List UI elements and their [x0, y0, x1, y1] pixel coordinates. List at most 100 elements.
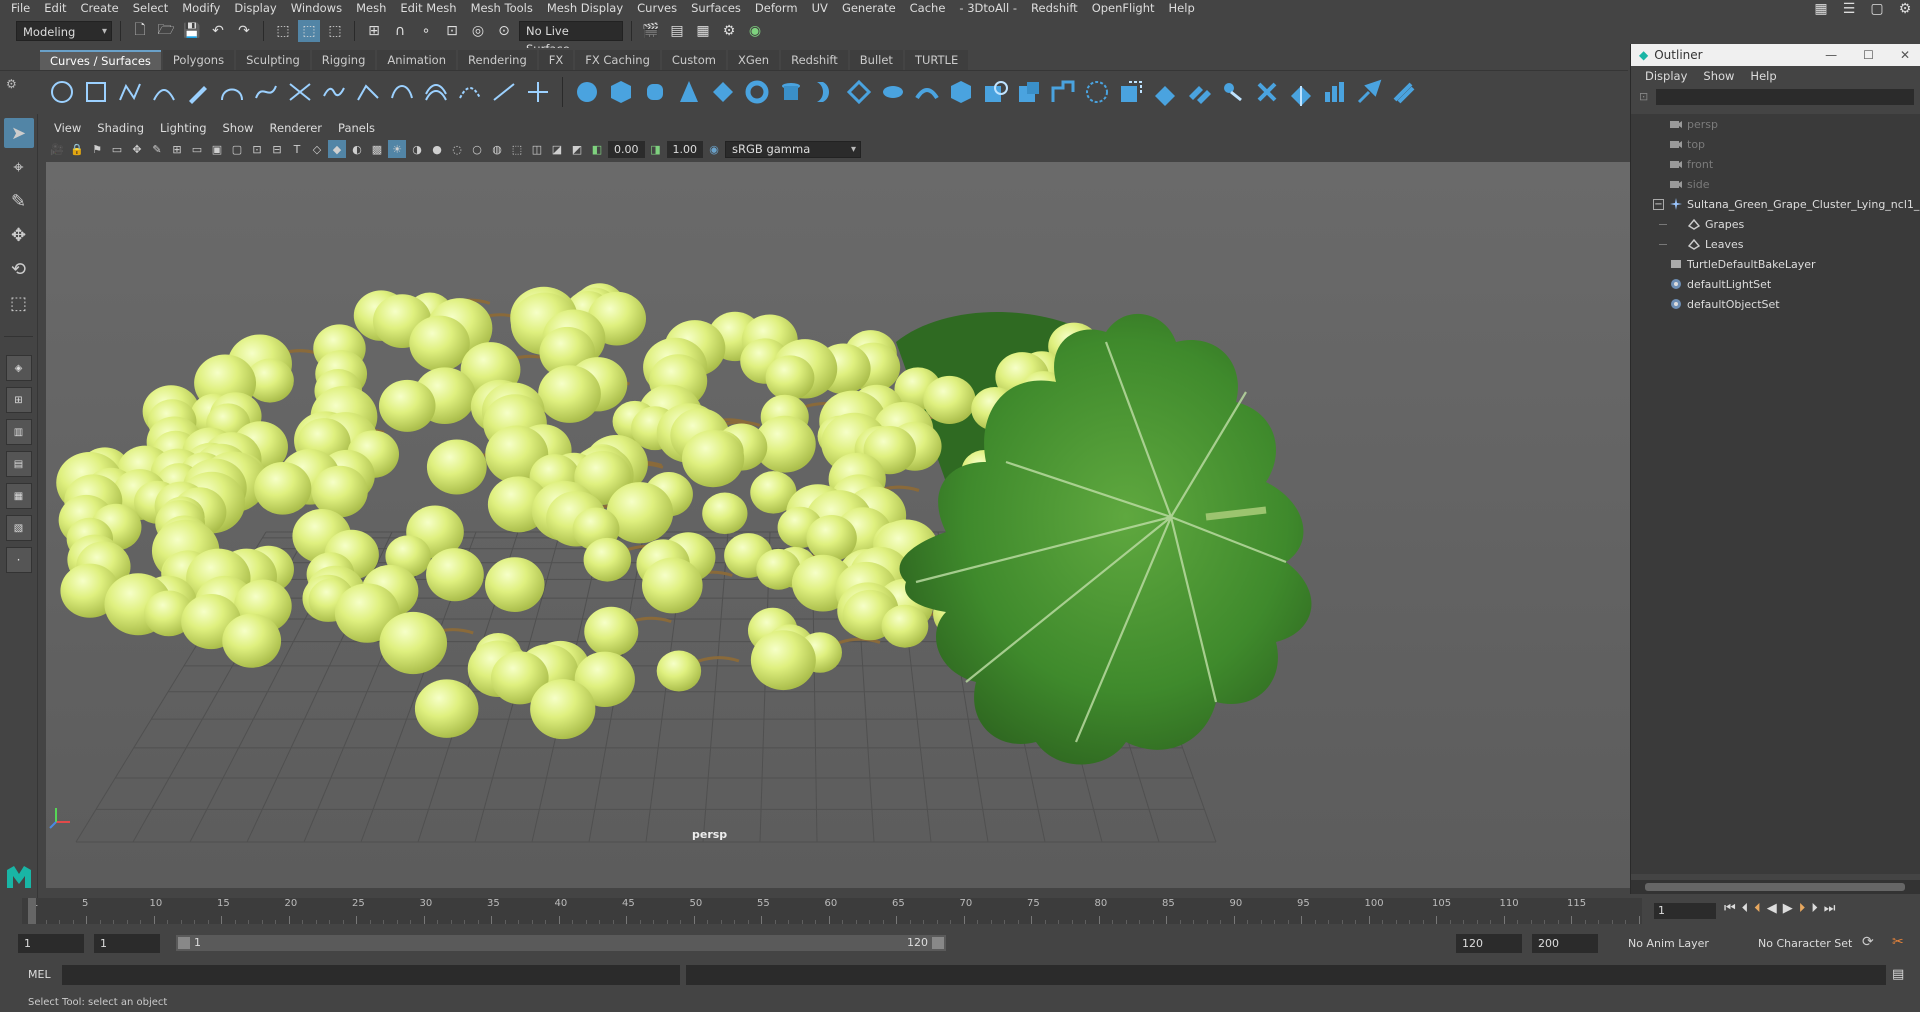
- lasso-tool-icon[interactable]: ⌖: [4, 152, 34, 182]
- rotate-tool-icon[interactable]: ⟲: [4, 254, 34, 284]
- circle-curve-icon[interactable]: [48, 78, 76, 106]
- shelf-tab-curves-surfaces[interactable]: Curves / Surfaces: [40, 50, 161, 70]
- persp-outliner-layout-icon[interactable]: ▥: [5, 419, 32, 445]
- pencil-curve-icon[interactable]: [184, 78, 212, 106]
- step-back-frame-icon[interactable]: ⏴: [1754, 901, 1761, 916]
- menu-edit-mesh[interactable]: Edit Mesh: [393, 0, 463, 17]
- menu-mesh-tools[interactable]: Mesh Tools: [464, 0, 540, 17]
- menu-windows[interactable]: Windows: [284, 0, 349, 17]
- select-component-icon[interactable]: ⬚: [324, 20, 346, 42]
- outliner-item[interactable]: defaultLightSet: [1631, 274, 1920, 294]
- shelf-tab-fx-caching[interactable]: FX Caching: [575, 50, 660, 70]
- outliner-item[interactable]: top: [1631, 134, 1920, 154]
- new-scene-icon[interactable]: 🗋: [129, 20, 151, 42]
- undo-icon[interactable]: ↶: [207, 20, 229, 42]
- bezier-curve-icon[interactable]: [252, 78, 280, 106]
- shelf-tab-custom[interactable]: Custom: [661, 50, 726, 70]
- play-forwards-icon[interactable]: ▶: [1783, 901, 1793, 916]
- menu-select[interactable]: Select: [126, 0, 175, 17]
- expand-toggle-icon[interactable]: −: [1653, 198, 1664, 210]
- snap-curve-icon[interactable]: ∩: [389, 20, 411, 42]
- persp-hypershade-layout-icon[interactable]: ▦: [5, 483, 32, 509]
- outliner-item[interactable]: front: [1631, 154, 1920, 174]
- outliner-item[interactable]: defaultObjectSet: [1631, 294, 1920, 314]
- menu-modify[interactable]: Modify: [175, 0, 227, 17]
- persp-graph-layout-icon[interactable]: ▤: [5, 451, 32, 477]
- select-hierarchy-icon[interactable]: ⬚: [272, 20, 294, 42]
- shelf-tab-rigging[interactable]: Rigging: [311, 50, 376, 70]
- image-plane-icon[interactable]: ▭: [108, 140, 126, 158]
- current-frame-field[interactable]: 1: [1654, 903, 1716, 919]
- bevel-plus-icon[interactable]: [1015, 78, 1043, 106]
- nurbs-cone-icon[interactable]: [675, 78, 703, 106]
- wireframe-icon[interactable]: ◇: [308, 140, 326, 158]
- range-start-handle[interactable]: [178, 937, 190, 949]
- outliner-item[interactable]: TurtleDefaultBakeLayer: [1631, 254, 1920, 274]
- ipr-render-icon[interactable]: ▦: [692, 20, 714, 42]
- redo-icon[interactable]: ↷: [233, 20, 255, 42]
- panel-menu-view[interactable]: View: [46, 121, 89, 135]
- hypershade-icon[interactable]: ◉: [744, 20, 766, 42]
- auto-key-icon[interactable]: ⟳: [1862, 934, 1874, 950]
- menu-create[interactable]: Create: [74, 0, 126, 17]
- shelf-tab-redshift[interactable]: Redshift: [781, 50, 848, 70]
- go-to-start-icon[interactable]: ⏮: [1724, 901, 1736, 916]
- time-slider-ticks[interactable]: 1510152025303540455055606570758085909510…: [22, 898, 1642, 924]
- planar-icon[interactable]: [845, 78, 873, 106]
- nurbs-cylinder-icon[interactable]: [641, 78, 669, 106]
- use-all-lights-icon[interactable]: ☀: [388, 140, 406, 158]
- menu-help[interactable]: Help: [1162, 0, 1202, 17]
- outliner-menu-show[interactable]: Show: [1695, 69, 1742, 83]
- color-management-icon[interactable]: ◉: [705, 140, 723, 158]
- select-tool-icon[interactable]: ➤: [3, 118, 34, 148]
- xray-icon[interactable]: ◫: [528, 140, 546, 158]
- motion-blur-icon[interactable]: ◌: [448, 140, 466, 158]
- outliner-item[interactable]: − Sultana_Green_Grape_Cluster_Lying_ncl1_…: [1631, 194, 1920, 214]
- shelf-tab-turtle[interactable]: TURTLE: [904, 50, 969, 70]
- xray-joints-icon[interactable]: ◪: [548, 140, 566, 158]
- insert-isoparm-icon[interactable]: [1287, 78, 1315, 106]
- play-backwards-icon[interactable]: ◀: [1767, 901, 1777, 916]
- gamma-icon[interactable]: ◨: [647, 140, 665, 158]
- render-frame-icon[interactable]: ▤: [666, 20, 688, 42]
- command-input[interactable]: [62, 965, 680, 985]
- anim-prefs-icon[interactable]: ✂: [1892, 934, 1904, 950]
- view-transform-dropdown[interactable]: sRGB gamma: [725, 140, 861, 158]
- ep-curve-icon[interactable]: [150, 78, 178, 106]
- safe-action-icon[interactable]: ⊟: [268, 140, 286, 158]
- menu-display[interactable]: Display: [227, 0, 283, 17]
- snap-view-icon[interactable]: ⊡: [441, 20, 463, 42]
- add-points-icon[interactable]: [490, 78, 518, 106]
- cv-curve-icon[interactable]: [116, 78, 144, 106]
- menu-file[interactable]: File: [4, 0, 37, 17]
- insert-knot-icon[interactable]: [354, 78, 382, 106]
- menu-edit[interactable]: Edit: [37, 0, 73, 17]
- close-icon[interactable]: ✕: [1900, 48, 1910, 62]
- select-object-icon[interactable]: ⬚: [298, 19, 320, 42]
- detach-surfaces-icon[interactable]: [1219, 78, 1247, 106]
- boundary-icon[interactable]: [947, 78, 975, 106]
- exposure-icon[interactable]: ◧: [588, 140, 606, 158]
- go-to-end-icon[interactable]: ⏭: [1824, 901, 1836, 916]
- time-slider[interactable]: 1510152025303540455055606570758085909510…: [0, 898, 1920, 924]
- grid-toggle-icon[interactable]: ⊞: [168, 140, 186, 158]
- 2d-pan-zoom-icon[interactable]: ✥: [128, 140, 146, 158]
- grease-pencil-icon[interactable]: ✎: [148, 140, 166, 158]
- extend-curve-icon[interactable]: [388, 78, 416, 106]
- menu-uv[interactable]: UV: [805, 0, 835, 17]
- exposure-field[interactable]: 0.00: [608, 140, 645, 158]
- snap-point-icon[interactable]: ∘: [415, 20, 437, 42]
- four-view-layout-icon[interactable]: ⊞: [5, 387, 32, 413]
- curve-edit-icon[interactable]: [524, 78, 552, 106]
- outliner-item[interactable]: persp: [1631, 114, 1920, 134]
- step-forward-frame-icon[interactable]: ⏵: [1799, 901, 1806, 916]
- script-language-label[interactable]: MEL: [28, 968, 51, 981]
- open-scene-icon[interactable]: 🗁: [155, 20, 177, 42]
- square-surface-icon[interactable]: [981, 78, 1009, 106]
- script-editor-icon[interactable]: ▤: [1892, 967, 1904, 982]
- menu-generate[interactable]: Generate: [835, 0, 903, 17]
- 3d-viewport[interactable]: persp: [46, 162, 1634, 888]
- save-scene-icon[interactable]: 💾: [181, 20, 203, 42]
- render-settings-icon[interactable]: ⚙: [718, 20, 740, 42]
- nurbs-plane-icon[interactable]: [709, 78, 737, 106]
